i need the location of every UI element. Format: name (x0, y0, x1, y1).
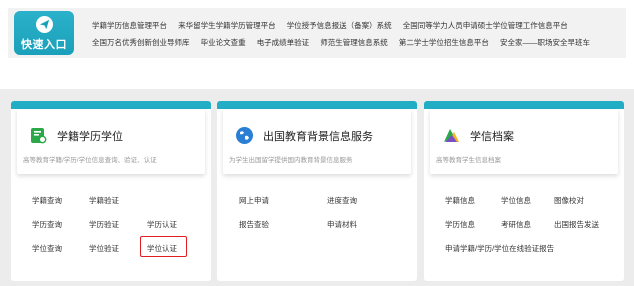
quick-link[interactable]: 安全家——职场安全早班车 (500, 38, 590, 47)
card-subtitle: 高等教育学生信息档案 (436, 157, 501, 164)
link-student-status-query[interactable]: 学籍查询 (32, 195, 62, 206)
card-overseas-education: 出国教育背景信息服务 为学生出国留学提供国内教育背景信息服务 网上申请 进度查询… (217, 101, 417, 281)
link-degree-verify[interactable]: 学历验证 (89, 219, 119, 230)
card-header[interactable]: 学籍学历学位 高等教育学籍/学历/学位信息查询、验证、认证 (17, 109, 205, 174)
link-student-status-verify[interactable]: 学籍验证 (89, 195, 119, 206)
card-title: 学信档案 (470, 131, 514, 143)
link-overseas-report-send[interactable]: 出国报告发送 (554, 219, 599, 230)
link-degree-certify[interactable]: 学历认证 (147, 219, 177, 230)
quick-link[interactable]: 来华留学生学籍学历管理平台 (178, 21, 276, 30)
quick-link[interactable]: 全国万名优秀创新创业导师库 (92, 38, 190, 47)
quick-link[interactable]: 学籍学历信息管理平台 (92, 21, 167, 30)
card-accent-bar (217, 101, 417, 109)
quick-link[interactable]: 电子成绩单验证 (257, 38, 310, 47)
globe-icon (235, 126, 254, 145)
card-student-archive: 学信档案 高等教育学生信息档案 学籍信息 学位信息 图像校对 学历信息 考研信息… (424, 101, 624, 281)
card-subtitle: 高等教育学籍/学历/学位信息查询、验证、认证 (23, 157, 157, 164)
card-title: 学籍学历学位 (57, 131, 123, 143)
link-academic-degree-query[interactable]: 学位查询 (32, 243, 62, 254)
archive-icon (442, 126, 461, 145)
card-subtitle: 为学生出国留学提供国内教育背景信息服务 (229, 157, 353, 164)
quick-links-row-1: 学籍学历信息管理平台 来华留学生学籍学历管理平台 学位授予信息报送（备案）系统 … (92, 17, 622, 34)
quick-link[interactable]: 师范生管理信息系统 (320, 38, 388, 47)
paper-plane-icon (36, 16, 53, 33)
quick-link[interactable]: 第二学士学位招生信息平台 (399, 38, 489, 47)
quick-links-row-2: 全国万名优秀创新创业导师库 毕业论文查重 电子成绩单验证 师范生管理信息系统 第… (92, 34, 622, 51)
card-accent-bar (11, 101, 211, 109)
quick-link[interactable]: 毕业论文查重 (201, 38, 246, 47)
card-student-records: 学籍学历学位 高等教育学籍/学历/学位信息查询、验证、认证 学籍查询 学籍验证 … (11, 101, 211, 281)
link-education-info[interactable]: 学历信息 (445, 219, 475, 230)
link-degree-info[interactable]: 学位信息 (501, 195, 531, 206)
quick-entry-label: 快速入口 (21, 39, 67, 51)
link-report-check[interactable]: 报告查验 (239, 219, 269, 230)
card-header[interactable]: 学信档案 高等教育学生信息档案 (430, 109, 618, 174)
certificate-icon (29, 126, 48, 145)
quick-link[interactable]: 学位授予信息报送（备案）系统 (287, 21, 392, 30)
link-status-info[interactable]: 学籍信息 (445, 195, 475, 206)
link-application-materials[interactable]: 申请材料 (327, 219, 357, 230)
link-academic-degree-verify[interactable]: 学位验证 (89, 243, 119, 254)
link-degree-query[interactable]: 学历查询 (32, 219, 62, 230)
link-online-apply[interactable]: 网上申请 (239, 195, 269, 206)
card-title: 出国教育背景信息服务 (263, 131, 373, 143)
quick-entry-bar: 快速入口 学籍学历信息管理平台 来华留学生学籍学历管理平台 学位授予信息报送（备… (8, 8, 626, 58)
link-image-proofread[interactable]: 图像校对 (554, 195, 584, 206)
quick-entry-badge[interactable]: 快速入口 (14, 11, 74, 55)
highlight-box (140, 236, 187, 257)
link-progress-query[interactable]: 进度查询 (327, 195, 357, 206)
card-header[interactable]: 出国教育背景信息服务 为学生出国留学提供国内教育背景信息服务 (223, 109, 411, 174)
link-postgrad-info[interactable]: 考研信息 (501, 219, 531, 230)
link-online-verification-report[interactable]: 申请学籍/学历/学位在线验证报告 (445, 243, 554, 254)
card-accent-bar (424, 101, 624, 109)
quick-link[interactable]: 全国同等学力人员申请硕士学位管理工作信息平台 (403, 21, 568, 30)
